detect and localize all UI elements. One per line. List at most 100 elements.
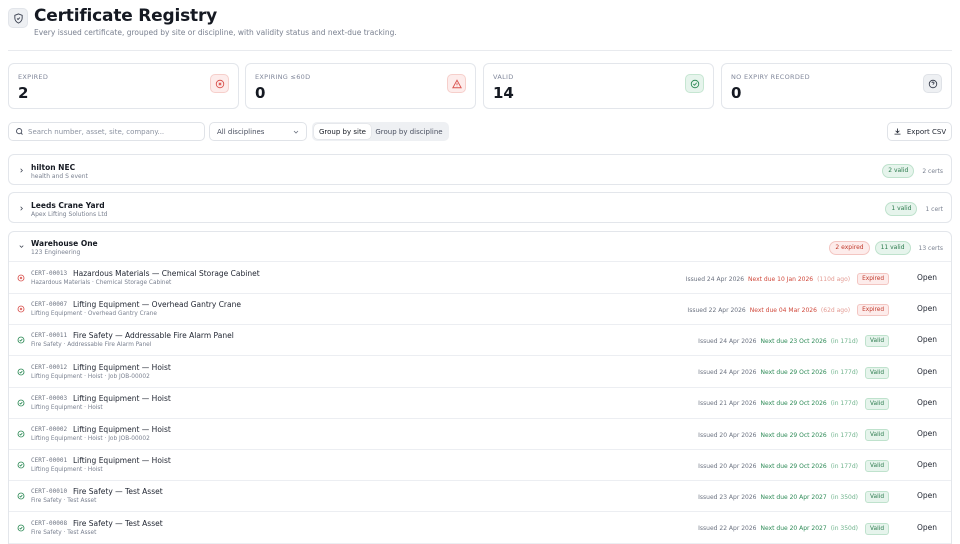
relative-due: (in 177d) bbox=[830, 400, 859, 408]
search-icon bbox=[16, 128, 23, 135]
certificate-row[interactable]: CERT-00001 Lifting Equipment — Hoist Lifti… bbox=[9, 450, 951, 482]
check-circle-icon bbox=[17, 368, 25, 376]
open-link[interactable]: Open bbox=[917, 460, 937, 469]
next-due-date: Next due 29 Oct 2026 bbox=[760, 431, 827, 439]
cert-title: Fire Safety — Test Asset bbox=[73, 487, 163, 497]
open-link[interactable]: Open bbox=[917, 304, 937, 313]
cert-title: Lifting Equipment — Overhead Gantry Cran… bbox=[73, 300, 241, 310]
next-due-date: Next due 20 Apr 2027 bbox=[760, 493, 827, 501]
group-leeds-crane-yard[interactable]: Leeds Crane Yard Apex Lifting Solutions … bbox=[8, 192, 952, 223]
group-name: hilton NEC bbox=[31, 163, 76, 172]
cert-number: CERT-00010 bbox=[31, 488, 68, 496]
cert-subtitle: Hazardous Materials · Chemical Storage C… bbox=[31, 280, 172, 286]
next-due-date: Next due 29 Oct 2026 bbox=[760, 400, 827, 408]
discipline-select-value: All disciplines bbox=[217, 127, 265, 136]
group-subtitle: health and S event bbox=[31, 173, 88, 180]
valid-count-badge: 11 valid bbox=[874, 241, 911, 255]
cert-number: CERT-00011 bbox=[31, 332, 68, 340]
discipline-select[interactable]: All disciplines bbox=[209, 122, 307, 141]
status-badge: Expired bbox=[857, 273, 889, 285]
issued-date: Issued 23 Apr 2026 bbox=[698, 493, 757, 501]
check-circle-icon bbox=[17, 524, 25, 532]
stat-value: 2 bbox=[18, 84, 29, 102]
chevron-down-icon[interactable] bbox=[18, 243, 25, 250]
stat-card-no-expiry: No expiry recorded 0 bbox=[721, 63, 952, 109]
certificate-row[interactable]: CERT-00007 Lifting Equipment — Overhead G… bbox=[9, 294, 951, 326]
chevron-right-icon[interactable] bbox=[18, 205, 25, 212]
certificate-row[interactable]: CERT-00011 Fire Safety — Addressable Fire… bbox=[9, 325, 951, 357]
group-by-toggle: Group by site Group by discipline bbox=[312, 122, 449, 141]
relative-due: (in 177d) bbox=[830, 369, 859, 377]
issued-date: Issued 24 Apr 2026 bbox=[685, 275, 745, 283]
next-due-date: Next due 23 Oct 2026 bbox=[760, 337, 827, 345]
export-csv-button[interactable]: Export CSV bbox=[887, 122, 952, 141]
open-link[interactable]: Open bbox=[917, 491, 937, 500]
cert-number: CERT-00001 bbox=[31, 457, 68, 465]
relative-due: (in 177d) bbox=[830, 462, 859, 470]
search-input[interactable] bbox=[28, 127, 198, 136]
stat-card-expired: Expired 2 bbox=[8, 63, 239, 109]
issued-date: Issued 20 Apr 2026 bbox=[698, 431, 757, 439]
stat-label: Expiring ≤60d bbox=[255, 73, 311, 81]
cert-title: Fire Safety — Addressable Fire Alarm Pan… bbox=[73, 331, 234, 341]
cert-title: Lifting Equipment — Hoist bbox=[73, 425, 171, 434]
relative-due: (110d ago) bbox=[817, 275, 851, 283]
group-subtitle: Apex Lifting Solutions Ltd bbox=[31, 211, 108, 218]
chevron-down-icon bbox=[293, 130, 299, 134]
open-link[interactable]: Open bbox=[917, 429, 937, 438]
group-warehouse-one: Warehouse One 123 Engineering 2 expired … bbox=[8, 231, 952, 544]
open-link[interactable]: Open bbox=[917, 367, 937, 376]
certificate-row[interactable]: CERT-00012 Lifting Equipment — Hoist Lifti… bbox=[9, 357, 951, 388]
export-label: Export CSV bbox=[906, 127, 947, 136]
next-due-date: Next due 04 Mar 2026 bbox=[749, 306, 817, 314]
relative-due: (in 177d) bbox=[830, 431, 859, 439]
cert-count: 2 certs bbox=[922, 167, 943, 175]
cert-number: CERT-00007 bbox=[31, 301, 68, 309]
cert-subtitle: Lifting Equipment · Hoist bbox=[31, 404, 103, 411]
group-header[interactable]: Warehouse One 123 Engineering 2 expired … bbox=[9, 232, 951, 262]
check-circle-icon bbox=[17, 430, 25, 438]
issued-date: Issued 24 Apr 2026 bbox=[698, 337, 757, 345]
cert-subtitle: Lifting Equipment · Hoist · Job JOB-0000… bbox=[31, 436, 150, 442]
cert-count: 13 certs bbox=[918, 244, 943, 252]
check-circle-icon bbox=[17, 461, 25, 469]
group-by-discipline-button[interactable]: Group by discipline bbox=[371, 124, 447, 139]
cert-subtitle: Lifting Equipment · Hoist bbox=[31, 467, 103, 474]
page-header: Certificate Registry Every issued certif… bbox=[8, 6, 952, 50]
shield-icon bbox=[8, 8, 28, 28]
cert-count: 1 cert bbox=[925, 205, 943, 213]
search-box[interactable] bbox=[8, 122, 205, 141]
cert-subtitle: Lifting Equipment · Overhead Gantry Cran… bbox=[31, 311, 157, 318]
certificate-row[interactable]: CERT-00002 Lifting Equipment — Hoist Lifti… bbox=[9, 419, 951, 450]
status-badge: Valid bbox=[865, 366, 889, 379]
help-circle-icon bbox=[923, 74, 942, 93]
open-link[interactable]: Open bbox=[917, 398, 937, 407]
stat-label: Expired bbox=[18, 73, 49, 81]
cert-subtitle: Fire Safety · Test Asset bbox=[31, 529, 97, 536]
check-circle-icon bbox=[685, 74, 704, 93]
certificate-row[interactable]: CERT-00010 Fire Safety — Test Asset Fire S… bbox=[9, 481, 951, 513]
status-badge: Valid bbox=[865, 397, 889, 410]
next-due-date: Next due 10 Jan 2026 bbox=[748, 275, 814, 283]
x-circle-icon bbox=[17, 305, 25, 313]
group-by-site-button[interactable]: Group by site bbox=[314, 124, 371, 139]
valid-count-badge: 2 valid bbox=[882, 164, 915, 178]
certificate-row[interactable]: CERT-00003 Lifting Equipment — Hoist Lifti… bbox=[9, 388, 951, 419]
stat-label: No expiry recorded bbox=[731, 73, 810, 81]
next-due-date: Next due 29 Oct 2026 bbox=[760, 369, 827, 377]
certificate-row[interactable]: CERT-00013 Hazardous Materials — Chemical… bbox=[9, 263, 951, 294]
open-link[interactable]: Open bbox=[917, 335, 937, 344]
stat-card-valid: Valid 14 bbox=[483, 63, 714, 109]
open-link[interactable]: Open bbox=[917, 523, 937, 532]
download-icon bbox=[894, 128, 901, 135]
status-badge: Valid bbox=[865, 460, 889, 473]
issued-date: Issued 21 Apr 2026 bbox=[698, 400, 757, 408]
warning-triangle-icon bbox=[447, 74, 466, 93]
issued-date: Issued 22 Apr 2026 bbox=[698, 525, 757, 533]
x-circle-icon bbox=[210, 74, 229, 93]
stat-value: 14 bbox=[493, 84, 514, 102]
certificate-row[interactable]: CERT-00008 Fire Safety — Test Asset Fire S… bbox=[9, 513, 951, 544]
chevron-right-icon[interactable] bbox=[18, 167, 25, 174]
group-hilton-nec[interactable]: hilton NEC health and S event 2 valid 2 … bbox=[8, 154, 952, 185]
open-link[interactable]: Open bbox=[917, 273, 937, 282]
